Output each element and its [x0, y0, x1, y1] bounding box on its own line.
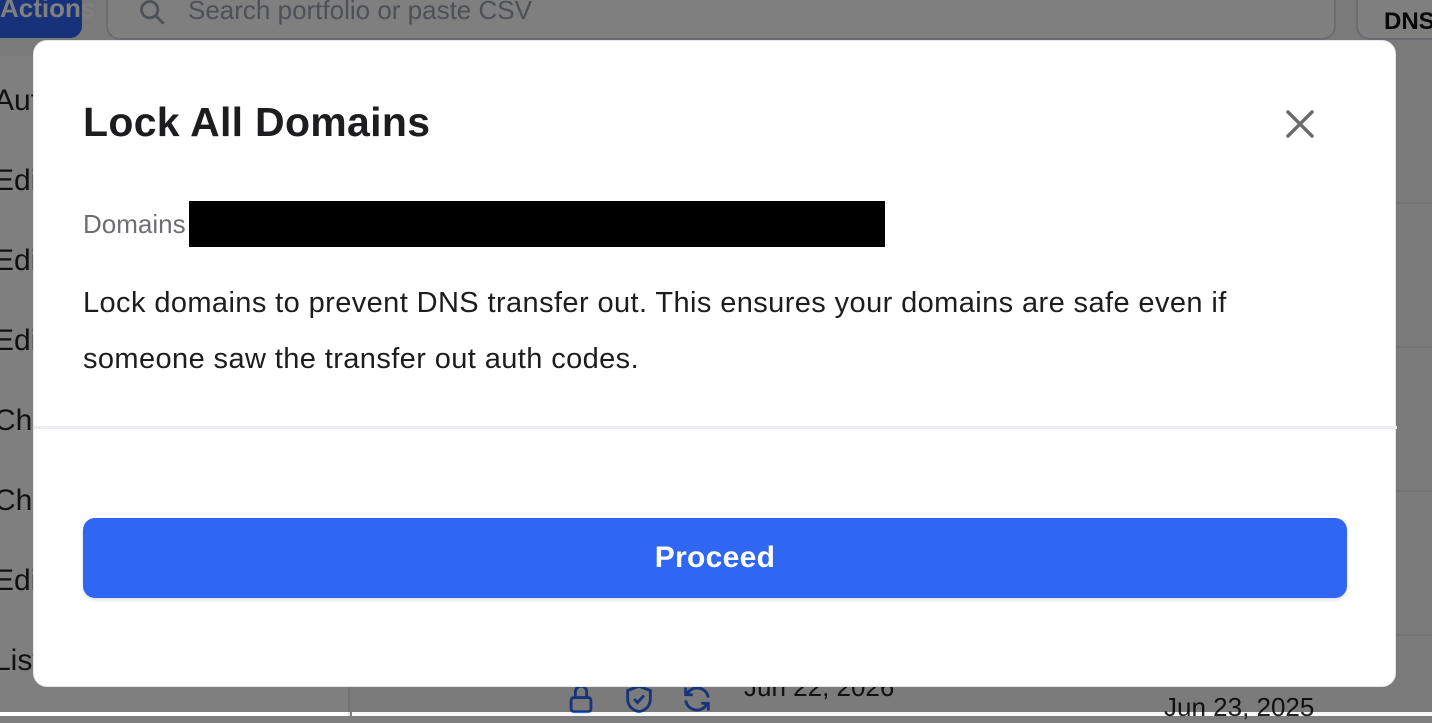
lock-domains-modal: Lock All Domains Domains Lock domains to…: [33, 40, 1397, 687]
proceed-button[interactable]: Proceed: [83, 518, 1347, 598]
proceed-button-label: Proceed: [654, 541, 776, 574]
close-button[interactable]: [1279, 103, 1321, 145]
close-icon: [1286, 110, 1314, 138]
modal-title: Lock All Domains: [83, 99, 431, 145]
modal-description: Lock domains to prevent DNS transfer out…: [83, 287, 1227, 375]
domains-list-redacted: [188, 201, 885, 247]
domains-row: Domains: [83, 201, 885, 247]
domains-label: Domains: [83, 208, 186, 239]
divider: [34, 426, 1397, 429]
